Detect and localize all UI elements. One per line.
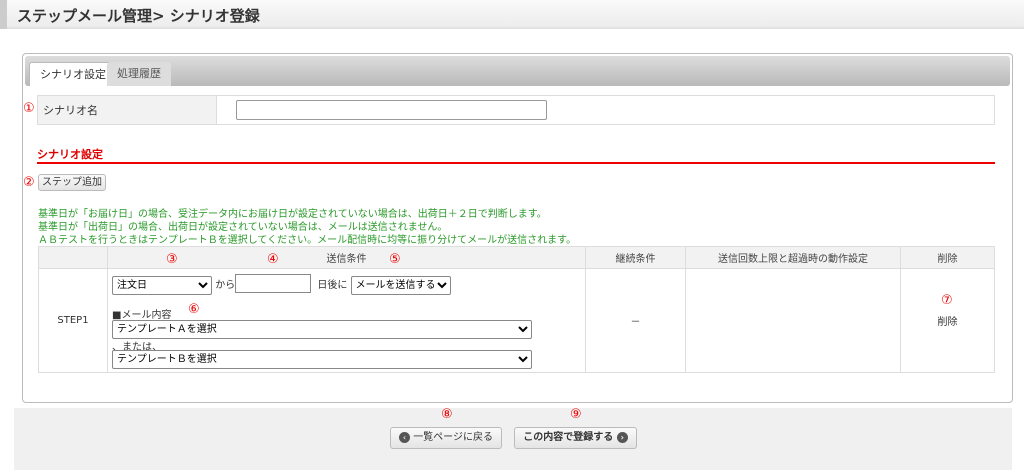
marker-8: ⑧ bbox=[441, 407, 453, 422]
col-header-send-limit: 送信回数上限と超過時の動作設定 bbox=[685, 246, 901, 269]
chevron-right-icon: › bbox=[616, 431, 628, 443]
scenario-name-row: シナリオ名 bbox=[37, 95, 995, 125]
send-condition-cell: 注文日 から 日後に メールを送信する ■メール内容 テンプレートＡを選択 、ま… bbox=[107, 252, 586, 373]
submit-button[interactable]: この内容で登録する › bbox=[514, 427, 637, 449]
section-title: シナリオ設定 bbox=[37, 148, 103, 161]
step-table: 送信条件 継続条件 送信回数上限と超過時の動作設定 削除 STEP1 注文日 か… bbox=[38, 246, 995, 373]
note-line: 基準日が「お届け日」の場合、受注データ内にお届け日が設定されていない場合は、出荷… bbox=[38, 209, 547, 220]
days-after-label: 日後に bbox=[317, 280, 348, 291]
tab-bar: シナリオ設定 処理履歴 bbox=[25, 56, 1010, 86]
delete-cell: ⑦ 削除 bbox=[900, 268, 995, 373]
chevron-left-icon: ‹ bbox=[399, 431, 410, 443]
back-to-list-button[interactable]: ‹ 一覧ページに戻る bbox=[390, 427, 502, 449]
scenario-name-input[interactable] bbox=[236, 100, 547, 120]
scenario-name-label: シナリオ名 bbox=[38, 96, 217, 124]
mail-content-label: ■メール内容 bbox=[112, 310, 172, 321]
template-b-select[interactable]: テンプレートＢを選択 bbox=[112, 350, 532, 369]
from-label: から bbox=[215, 280, 236, 291]
col-header-send-condition: 送信条件 bbox=[107, 246, 586, 269]
add-step-button[interactable]: ステップ追加 bbox=[38, 174, 106, 191]
delete-link[interactable]: 削除 bbox=[938, 317, 958, 328]
marker-6: ⑥ bbox=[188, 302, 200, 317]
base-date-select[interactable]: 注文日 bbox=[112, 276, 212, 295]
marker-7: ⑦ bbox=[941, 293, 953, 308]
marker-3: ③ bbox=[166, 252, 178, 267]
section-divider bbox=[37, 162, 995, 164]
marker-5: ⑤ bbox=[389, 252, 401, 267]
header-strip bbox=[0, 0, 7, 29]
step-label: STEP1 bbox=[38, 268, 108, 373]
send-limit-cell bbox=[685, 268, 901, 373]
days-input[interactable] bbox=[235, 274, 312, 293]
tab-history[interactable]: 処理履歴 bbox=[107, 62, 171, 86]
marker-1: ① bbox=[23, 101, 35, 116]
col-header-delete: 削除 bbox=[900, 246, 995, 269]
marker-9: ⑨ bbox=[570, 407, 582, 422]
col-header-step bbox=[38, 246, 108, 269]
submit-label: この内容で登録する bbox=[523, 432, 614, 443]
notes: 基準日が「お届け日」の場合、受注データ内にお届け日が設定されていない場合は、出荷… bbox=[38, 208, 576, 247]
page-header: ステップメール管理> シナリオ登録 bbox=[0, 0, 1024, 29]
action-select[interactable]: メールを送信する bbox=[350, 276, 451, 295]
template-a-select[interactable]: テンプレートＡを選択 bbox=[112, 320, 532, 339]
back-to-list-label: 一覧ページに戻る bbox=[413, 432, 493, 443]
note-line: 基準日が「出荷日」の場合、出荷日が設定されていない場合は、メールは送信されません… bbox=[38, 222, 448, 233]
footer-bar bbox=[14, 408, 1012, 470]
tab-scenario-settings[interactable]: シナリオ設定 bbox=[29, 62, 117, 86]
marker-2: ② bbox=[23, 175, 35, 190]
continue-condition: － bbox=[585, 268, 686, 373]
marker-4: ④ bbox=[267, 252, 279, 267]
table-row: STEP1 注文日 から 日後に メールを送信する ■メール内容 テンプレートＡ… bbox=[38, 252, 995, 373]
col-header-continue-condition: 継続条件 bbox=[585, 246, 686, 269]
page-title: ステップメール管理> シナリオ登録 bbox=[17, 7, 260, 25]
table-header-row: 送信条件 継続条件 送信回数上限と超過時の動作設定 削除 bbox=[38, 246, 995, 269]
